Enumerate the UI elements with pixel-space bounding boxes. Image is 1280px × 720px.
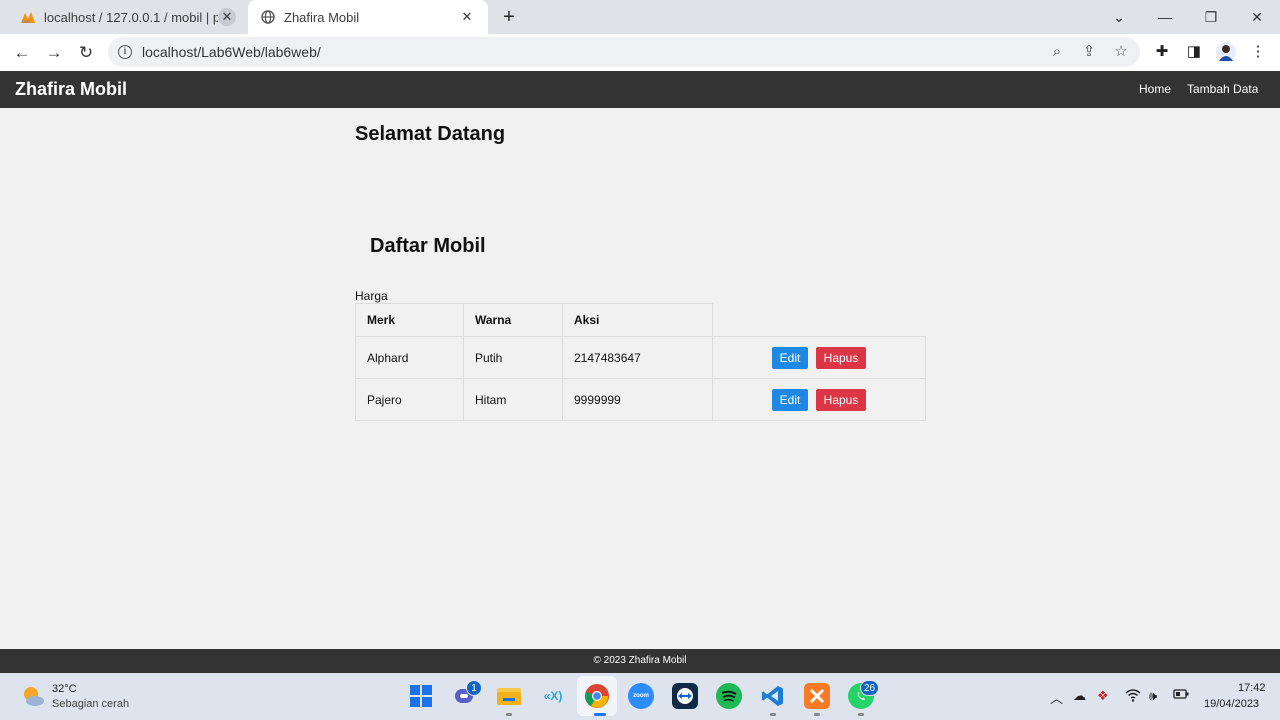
table-row: Alphard Putih 2147483647 Edit Hapus — [355, 336, 926, 379]
header-merk: Merk — [355, 303, 464, 337]
cell-actions: Edit Hapus — [712, 336, 926, 379]
whatsapp-badge: 26 — [860, 680, 880, 696]
cell-harga: 9999999 — [562, 378, 713, 421]
volume-icon[interactable]: 🕪 — [1149, 688, 1157, 704]
running-indicator — [770, 713, 776, 716]
close-window-button[interactable]: ✕ — [1246, 6, 1268, 28]
cell-merk: Alphard — [355, 336, 464, 379]
chrome-icon[interactable] — [577, 676, 617, 716]
running-indicator — [858, 713, 864, 716]
teams-badge: 1 — [466, 680, 482, 696]
zoom-icon[interactable]: ⌕ — [1048, 43, 1066, 61]
site-footer: © 2023 Zhafira Mobil — [0, 649, 1280, 673]
active-indicator — [594, 713, 606, 716]
brand-title[interactable]: Zhafira Mobil — [15, 79, 127, 100]
list-heading: Daftar Mobil — [370, 235, 486, 257]
clock-date[interactable]: 19/04/2023 — [1204, 698, 1259, 710]
tab-zhafira-mobil[interactable]: Zhafira Mobil ✕ — [248, 0, 488, 34]
site-info-icon[interactable]: i — [118, 45, 132, 59]
windows-taskbar: 32°C Sebagian cerah 1 «X) zoom 26 ︿ ☁ ❖ … — [0, 673, 1280, 720]
address-bar[interactable]: i localhost/Lab6Web/lab6web/ ⌕ ⇪ ☆ — [108, 37, 1140, 67]
weather-description[interactable]: Sebagian cerah — [52, 698, 129, 710]
menu-icon[interactable]: ⋮ — [1248, 42, 1268, 62]
tab-strip: PMA localhost / 127.0.0.1 / mobil | php … — [0, 0, 1280, 34]
new-tab-button[interactable]: + — [498, 6, 520, 28]
delete-button[interactable]: Hapus — [815, 346, 867, 369]
cell-warna: Hitam — [463, 378, 563, 421]
cell-merk: Pajero — [355, 378, 464, 421]
tab-search-icon[interactable]: ⌄ — [1108, 6, 1130, 28]
globe-icon — [260, 9, 276, 25]
table-row: Pajero Hitam 9999999 Edit Hapus — [355, 378, 926, 421]
edit-button[interactable]: Edit — [771, 346, 809, 369]
weather-temperature[interactable]: 32°C — [52, 683, 77, 695]
clock-time[interactable]: 17:42 — [1238, 682, 1266, 694]
close-tab-icon[interactable]: ✕ — [458, 8, 476, 26]
profile-avatar[interactable] — [1216, 42, 1236, 62]
bookmark-star-icon[interactable]: ☆ — [1112, 43, 1130, 61]
weather-icon[interactable] — [21, 684, 45, 708]
show-hidden-icons[interactable]: ︿ — [1050, 688, 1063, 707]
back-icon[interactable]: ← — [10, 41, 34, 65]
delete-button[interactable]: Hapus — [815, 388, 867, 411]
phpmyadmin-icon: PMA — [20, 9, 36, 25]
vscode-icon[interactable] — [760, 683, 786, 709]
nav-home-link[interactable]: Home — [1139, 82, 1171, 96]
cell-warna: Putih — [463, 336, 563, 379]
onedrive-icon[interactable]: ☁ — [1073, 688, 1086, 704]
tab-phpmyadmin[interactable]: PMA localhost / 127.0.0.1 / mobil | php … — [8, 0, 248, 34]
browser-toolbar: ← → ↻ i localhost/Lab6Web/lab6web/ ⌕ ⇪ ☆… — [0, 34, 1280, 71]
welcome-heading: Selamat Datang — [355, 123, 506, 145]
footer-text: © 2023 Zhafira Mobil — [593, 655, 687, 666]
site-navbar: Zhafira Mobil Home Tambah Data — [0, 71, 1280, 108]
edit-button[interactable]: Edit — [771, 388, 809, 411]
reload-icon[interactable]: ↻ — [74, 41, 98, 65]
table-header-row: Merk Warna Aksi — [355, 303, 926, 337]
cell-actions: Edit Hapus — [712, 378, 926, 421]
header-warna: Warna — [463, 303, 563, 337]
main-content: Selamat Datang Daftar Mobil Harga Merk W… — [0, 108, 1280, 649]
extensions-icon[interactable]: ✚ — [1152, 42, 1172, 62]
nav-tambah-data-link[interactable]: Tambah Data — [1187, 82, 1258, 96]
teamviewer-icon[interactable] — [672, 683, 698, 709]
file-explorer-icon[interactable] — [496, 683, 522, 709]
url-text[interactable]: localhost/Lab6Web/lab6web/ — [142, 44, 321, 60]
car-table: Merk Warna Aksi Alphard Putih 2147483647… — [355, 303, 926, 421]
wifi-icon[interactable] — [1125, 688, 1141, 705]
spotify-icon[interactable] — [716, 683, 742, 709]
cell-harga: 2147483647 — [562, 336, 713, 379]
windows-start-icon[interactable] — [408, 683, 434, 709]
restore-button[interactable]: ❐ — [1200, 6, 1222, 28]
battery-icon[interactable] — [1173, 688, 1189, 703]
forward-icon[interactable]: → — [42, 41, 66, 65]
dev-app-icon[interactable]: «X) — [540, 683, 566, 709]
side-panel-icon[interactable]: ◨ — [1184, 42, 1204, 62]
share-icon[interactable]: ⇪ — [1080, 43, 1098, 61]
svg-text:PMA: PMA — [22, 19, 31, 24]
dropbox-icon[interactable]: ❖ — [1097, 688, 1109, 704]
header-empty — [713, 304, 926, 337]
tab-title: Zhafira Mobil — [284, 9, 360, 25]
xampp-icon[interactable] — [804, 683, 830, 709]
zoom-icon[interactable]: zoom — [628, 683, 654, 709]
minimize-button[interactable]: — — [1154, 6, 1176, 28]
close-tab-icon[interactable]: ✕ — [218, 8, 236, 26]
header-aksi: Aksi — [562, 303, 713, 337]
table-caption: Harga — [355, 289, 388, 303]
running-indicator — [506, 713, 512, 716]
tab-title: localhost / 127.0.0.1 / mobil | php — [44, 9, 218, 25]
running-indicator — [814, 713, 820, 716]
